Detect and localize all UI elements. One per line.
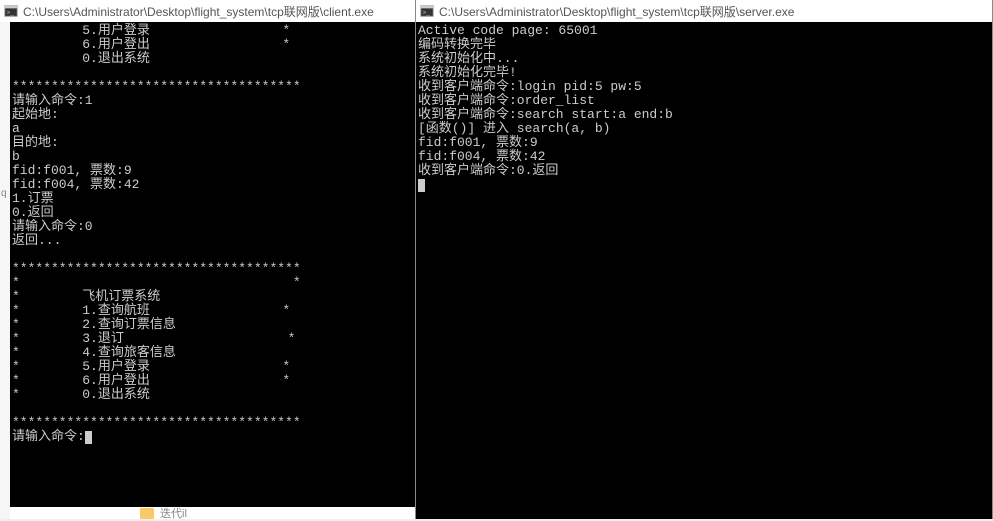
console-line: 请输入命令:0 bbox=[12, 220, 415, 234]
console-line: 请输入命令: bbox=[12, 430, 415, 444]
console-line: 返回... bbox=[12, 234, 415, 248]
server-console-window: >_ C:\Users\Administrator\Desktop\flight… bbox=[416, 0, 993, 519]
console-line bbox=[418, 178, 992, 192]
folder-icon bbox=[140, 508, 154, 519]
console-line: ************************************* bbox=[12, 416, 415, 430]
console-line: * 3.退订 * bbox=[12, 332, 415, 346]
client-title-text: C:\Users\Administrator\Desktop\flight_sy… bbox=[23, 3, 374, 20]
client-console-window: >_ C:\Users\Administrator\Desktop\flight… bbox=[0, 0, 416, 519]
console-line: ************************************* bbox=[12, 80, 415, 94]
console-line: b bbox=[12, 150, 415, 164]
console-line: * 4.查询旅客信息 bbox=[12, 346, 415, 360]
console-line: 6.用户登出 * bbox=[12, 38, 415, 52]
console-line: 收到客户端命令:login pid:5 pw:5 bbox=[418, 80, 992, 94]
svg-text:>_: >_ bbox=[423, 10, 431, 17]
console-line: * 5.用户登录 * bbox=[12, 360, 415, 374]
svg-text:>_: >_ bbox=[7, 10, 15, 17]
console-line: * 1.查询航班 * bbox=[12, 304, 415, 318]
console-line: * 0.退出系统 bbox=[12, 388, 415, 402]
console-line: fid:f004, 票数:42 bbox=[418, 150, 992, 164]
console-line: fid:f001, 票数:9 bbox=[418, 136, 992, 150]
console-line: * 2.查询订票信息 bbox=[12, 318, 415, 332]
console-line: 0.退出系统 bbox=[12, 52, 415, 66]
server-titlebar[interactable]: >_ C:\Users\Administrator\Desktop\flight… bbox=[416, 0, 992, 22]
console-line: 系统初始化中... bbox=[418, 52, 992, 66]
console-line: [函数()] 进入 search(a, b) bbox=[418, 122, 992, 136]
console-line: 请输入命令:1 bbox=[12, 94, 415, 108]
console-line: * * bbox=[12, 276, 415, 290]
server-console-body[interactable]: Active code page: 65001编码转换完毕系统初始化中...系统… bbox=[416, 22, 992, 519]
console-line: Active code page: 65001 bbox=[418, 24, 992, 38]
desktop-peek-strip: 迭代il bbox=[10, 507, 415, 519]
client-titlebar[interactable]: >_ C:\Users\Administrator\Desktop\flight… bbox=[0, 0, 415, 22]
console-line: 收到客户端命令:order_list bbox=[418, 94, 992, 108]
console-line: a bbox=[12, 122, 415, 136]
console-line: 编码转换完毕 bbox=[418, 38, 992, 52]
console-line bbox=[12, 66, 415, 80]
console-line: 收到客户端命令:0.返回 bbox=[418, 164, 992, 178]
console-line: ************************************* bbox=[12, 262, 415, 276]
console-line: 1.订票 bbox=[12, 192, 415, 206]
console-line: fid:f001, 票数:9 bbox=[12, 164, 415, 178]
console-line: 系统初始化完毕! bbox=[418, 66, 992, 80]
console-line: 0.返回 bbox=[12, 206, 415, 220]
left-gutter: q bbox=[0, 22, 10, 519]
console-icon: >_ bbox=[4, 4, 18, 18]
server-title-text: C:\Users\Administrator\Desktop\flight_sy… bbox=[439, 3, 794, 20]
console-line: * 飞机订票系统 bbox=[12, 290, 415, 304]
console-line bbox=[12, 248, 415, 262]
console-line: 起始地: bbox=[12, 108, 415, 122]
console-line: * 6.用户登出 * bbox=[12, 374, 415, 388]
client-console-body[interactable]: 5.用户登录 * 6.用户登出 * 0.退出系统 ****************… bbox=[0, 22, 415, 519]
console-line: fid:f004, 票数:42 bbox=[12, 178, 415, 192]
console-icon: >_ bbox=[420, 4, 434, 18]
cursor bbox=[418, 179, 425, 192]
console-line: 目的地: bbox=[12, 136, 415, 150]
console-line bbox=[12, 402, 415, 416]
cursor bbox=[85, 431, 92, 444]
console-line: 收到客户端命令:search start:a end:b bbox=[418, 108, 992, 122]
console-line: 5.用户登录 * bbox=[12, 24, 415, 38]
